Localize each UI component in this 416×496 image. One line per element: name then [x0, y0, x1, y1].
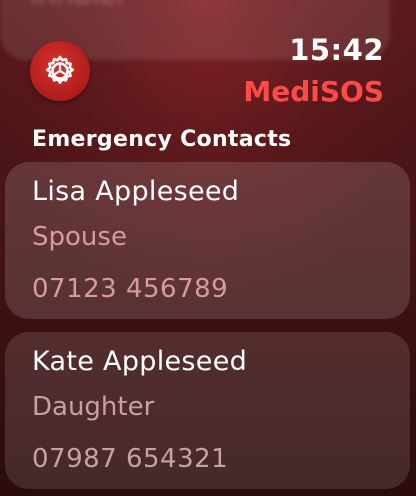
contact-card[interactable]: Kate Appleseed Daughter 07987 654321 — [5, 332, 410, 489]
contact-phone[interactable]: 07987 654321 — [32, 444, 228, 474]
section-title: Emergency Contacts — [32, 127, 292, 152]
contact-phone[interactable]: 07123 456789 — [32, 274, 228, 304]
scrolled-item-label: Inhaler — [30, 0, 127, 11]
contact-card[interactable]: Lisa Appleseed Spouse 07123 456789 — [5, 162, 410, 319]
contact-relation: Spouse — [32, 222, 127, 252]
contact-relation: Daughter — [32, 392, 155, 422]
settings-button[interactable] — [30, 41, 90, 101]
gear-icon — [45, 55, 75, 84]
app-title: MediSOS — [243, 75, 384, 108]
status-time: 15:42 — [289, 33, 384, 67]
contact-name: Kate Appleseed — [32, 346, 248, 377]
contact-name: Lisa Appleseed — [32, 176, 240, 207]
